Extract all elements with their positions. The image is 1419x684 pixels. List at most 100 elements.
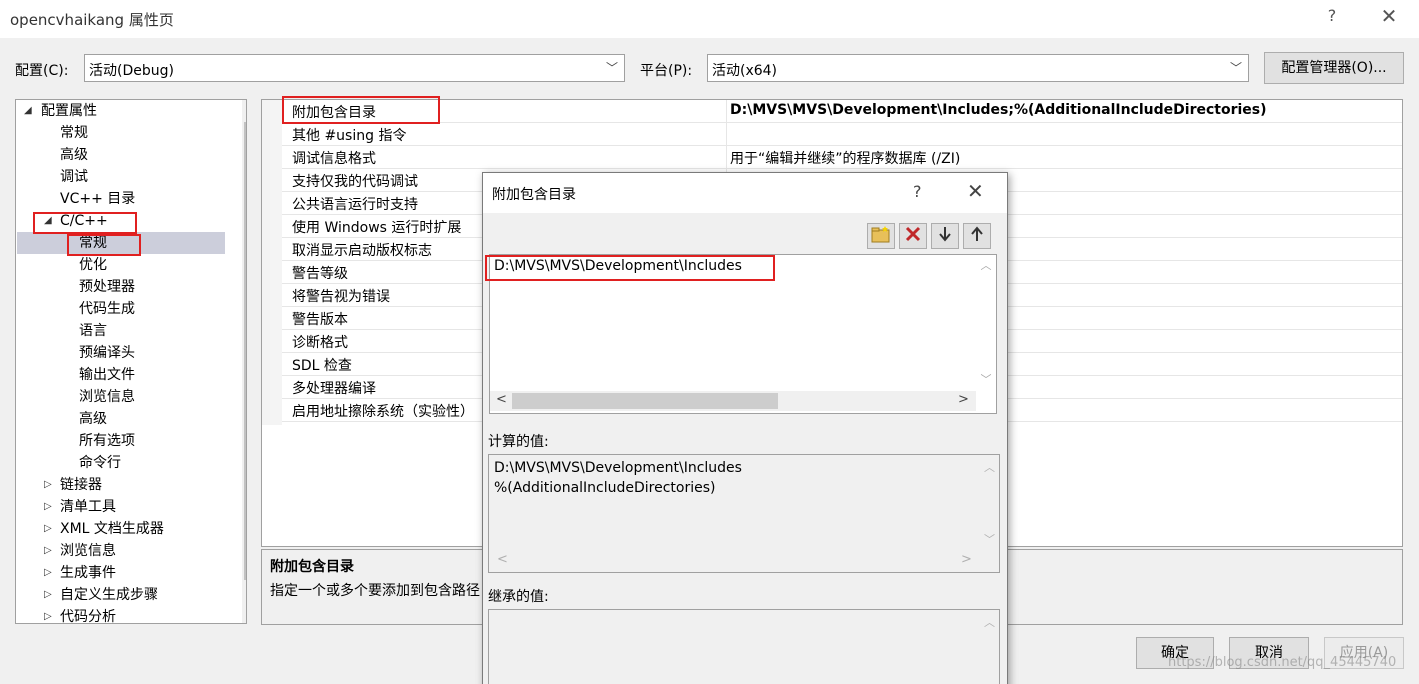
tree-item-config-properties[interactable]: 配置属性 — [41, 100, 97, 122]
folder-new-icon — [871, 226, 890, 243]
scroll-down-icon[interactable]: ﹀ — [242, 605, 246, 621]
scroll-right-icon[interactable]: > — [958, 392, 969, 407]
close-icon[interactable]: ✕ — [967, 179, 984, 203]
scroll-left-icon[interactable]: < — [497, 552, 508, 567]
computed-value-field: D:\MVS\MVS\Development\Includes %(Additi… — [488, 454, 1000, 573]
property-value[interactable]: D:\MVS\MVS\Development\Includes;%(Additi… — [730, 102, 1267, 118]
list-scrollbar-horizontal[interactable]: < > — [490, 391, 976, 411]
inherited-value-label: 继承的值: — [488, 589, 549, 605]
property-name: 警告等级 — [292, 266, 348, 282]
dialog-title-bar: 附加包含目录 ? ✕ — [483, 173, 1007, 213]
scroll-up-icon[interactable]: ︿ — [984, 614, 995, 630]
scroll-up-icon[interactable]: ︿ — [976, 257, 996, 273]
tree-item-code-analysis[interactable]: 代码分析 — [60, 606, 116, 623]
property-name: SDL 检查 — [292, 358, 352, 374]
config-select-value: 活动(Debug) — [89, 63, 174, 79]
scroll-down-icon[interactable]: ﹀ — [984, 531, 995, 547]
description-text: 指定一个或多个要添加到包含路径 — [270, 583, 480, 599]
chevron-down-icon: ﹀ — [605, 61, 618, 75]
delete-line-button[interactable] — [899, 223, 927, 249]
tree-item-cpp-browse[interactable]: 浏览信息 — [79, 386, 135, 408]
list-scrollbar-vertical[interactable]: ︿ ﹀ — [976, 255, 996, 390]
platform-select-value: 活动(x64) — [712, 63, 778, 79]
property-name: 警告版本 — [292, 312, 348, 328]
tree-item-cpp-output[interactable]: 输出文件 — [79, 364, 135, 386]
tree-item-cpp-advanced[interactable]: 高级 — [79, 408, 107, 430]
delete-icon — [905, 226, 921, 242]
move-down-icon — [939, 227, 951, 242]
tree-item-build-events[interactable]: 生成事件 — [60, 562, 116, 584]
collapsed-icon[interactable]: ▷ — [44, 540, 52, 562]
collapsed-icon[interactable]: ▷ — [44, 474, 52, 496]
tree-item-advanced[interactable]: 高级 — [60, 144, 88, 166]
tree-item-cpp-command-line[interactable]: 命令行 — [79, 452, 121, 474]
expanded-icon[interactable]: ◢ — [24, 100, 32, 122]
config-manager-button[interactable]: 配置管理器(O)... — [1264, 52, 1404, 84]
tree-item-debugging[interactable]: 调试 — [60, 166, 88, 188]
help-icon[interactable]: ? — [1322, 6, 1342, 25]
help-icon[interactable]: ? — [913, 182, 922, 201]
tree-scrollbar[interactable]: ︿ ﹀ — [242, 100, 246, 623]
include-dirs-dialog: 附加包含目录 ? ✕ D:\MVS\MVS\Development\Includ… — [482, 172, 1008, 684]
move-down-button[interactable] — [931, 223, 959, 249]
property-name: 使用 Windows 运行时扩展 — [292, 220, 462, 236]
property-value[interactable]: 用于“编辑并继续”的程序数据库 (/ZI) — [730, 148, 960, 168]
platform-label: 平台(P): — [640, 63, 693, 79]
tree-item-vc-directories[interactable]: VC++ 目录 — [60, 188, 135, 210]
collapsed-icon[interactable]: ▷ — [44, 584, 52, 606]
computed-value-text: D:\MVS\MVS\Development\Includes %(Additi… — [494, 458, 742, 498]
new-line-button[interactable] — [867, 223, 895, 249]
tree-item-general[interactable]: 常规 — [60, 122, 88, 144]
move-up-icon — [971, 226, 983, 241]
scroll-up-icon[interactable]: ︿ — [984, 459, 995, 475]
property-name: 调试信息格式 — [292, 151, 376, 167]
property-name: 多处理器编译 — [292, 381, 376, 397]
annotation-box — [485, 255, 775, 281]
property-name: 其他 #using 指令 — [292, 128, 407, 144]
property-row[interactable]: 附加包含目录 D:\MVS\MVS\Development\Includes;%… — [282, 100, 1402, 123]
collapsed-icon[interactable]: ▷ — [44, 518, 52, 540]
tree-item-cpp-language[interactable]: 语言 — [79, 320, 107, 342]
scroll-left-icon[interactable]: < — [496, 392, 507, 407]
description-title: 附加包含目录 — [270, 559, 354, 575]
dialog-title: 附加包含目录 — [492, 187, 576, 203]
property-row[interactable]: 调试信息格式 用于“编辑并继续”的程序数据库 (/ZI) — [282, 146, 1402, 169]
scroll-thumb[interactable] — [244, 122, 246, 580]
collapsed-icon[interactable]: ▷ — [44, 562, 52, 584]
platform-select[interactable]: 活动(x64) ﹀ — [707, 54, 1249, 82]
annotation-box — [67, 234, 141, 256]
scroll-up-icon[interactable]: ︿ — [242, 100, 246, 116]
tree-item-cpp-preprocessor[interactable]: 预处理器 — [79, 276, 135, 298]
grid-gutter — [262, 100, 282, 425]
config-select[interactable]: 活动(Debug) ﹀ — [84, 54, 625, 82]
tree-item-custom-build[interactable]: 自定义生成步骤 — [60, 584, 158, 606]
chevron-down-icon: ﹀ — [1229, 61, 1242, 75]
tree-item-cpp-codegen[interactable]: 代码生成 — [79, 298, 135, 320]
collapsed-icon[interactable]: ▷ — [44, 606, 52, 623]
tree-item-browse-info[interactable]: 浏览信息 — [60, 540, 116, 562]
annotation-box — [33, 212, 137, 234]
move-up-button[interactable] — [963, 223, 991, 249]
computed-value-label: 计算的值: — [488, 434, 549, 450]
tree-item-cpp-pch[interactable]: 预编译头 — [79, 342, 135, 364]
scroll-right-icon[interactable]: > — [961, 552, 972, 567]
computed-line: %(AdditionalIncludeDirectories) — [494, 480, 716, 496]
scroll-down-icon[interactable]: ﹀ — [976, 371, 996, 387]
config-label: 配置(C): — [15, 63, 69, 79]
tree-item-linker[interactable]: 链接器 — [60, 474, 102, 496]
tree-item-xml-doc[interactable]: XML 文档生成器 — [60, 518, 164, 540]
scroll-thumb[interactable] — [512, 393, 778, 409]
annotation-box — [282, 96, 440, 124]
watermark: https://blog.csdn.net/qq_45445740 — [1168, 655, 1397, 670]
property-tree[interactable]: ◢ 配置属性 常规 高级 调试 VC++ 目录 ◢ C/C++ 常规 优化 预处… — [15, 99, 247, 624]
property-name: 启用地址擦除系统（实验性） — [292, 404, 474, 420]
collapsed-icon[interactable]: ▷ — [44, 496, 52, 518]
close-icon[interactable]: ✕ — [1378, 4, 1400, 28]
property-row[interactable]: 其他 #using 指令 — [282, 123, 1402, 146]
property-name: 取消显示启动版权标志 — [292, 243, 432, 259]
tree-item-cpp-all-options[interactable]: 所有选项 — [79, 430, 135, 452]
computed-line: D:\MVS\MVS\Development\Includes — [494, 460, 742, 476]
property-name: 诊断格式 — [292, 335, 348, 351]
tree-item-cpp-optimization[interactable]: 优化 — [79, 254, 107, 276]
tree-item-manifest-tool[interactable]: 清单工具 — [60, 496, 116, 518]
